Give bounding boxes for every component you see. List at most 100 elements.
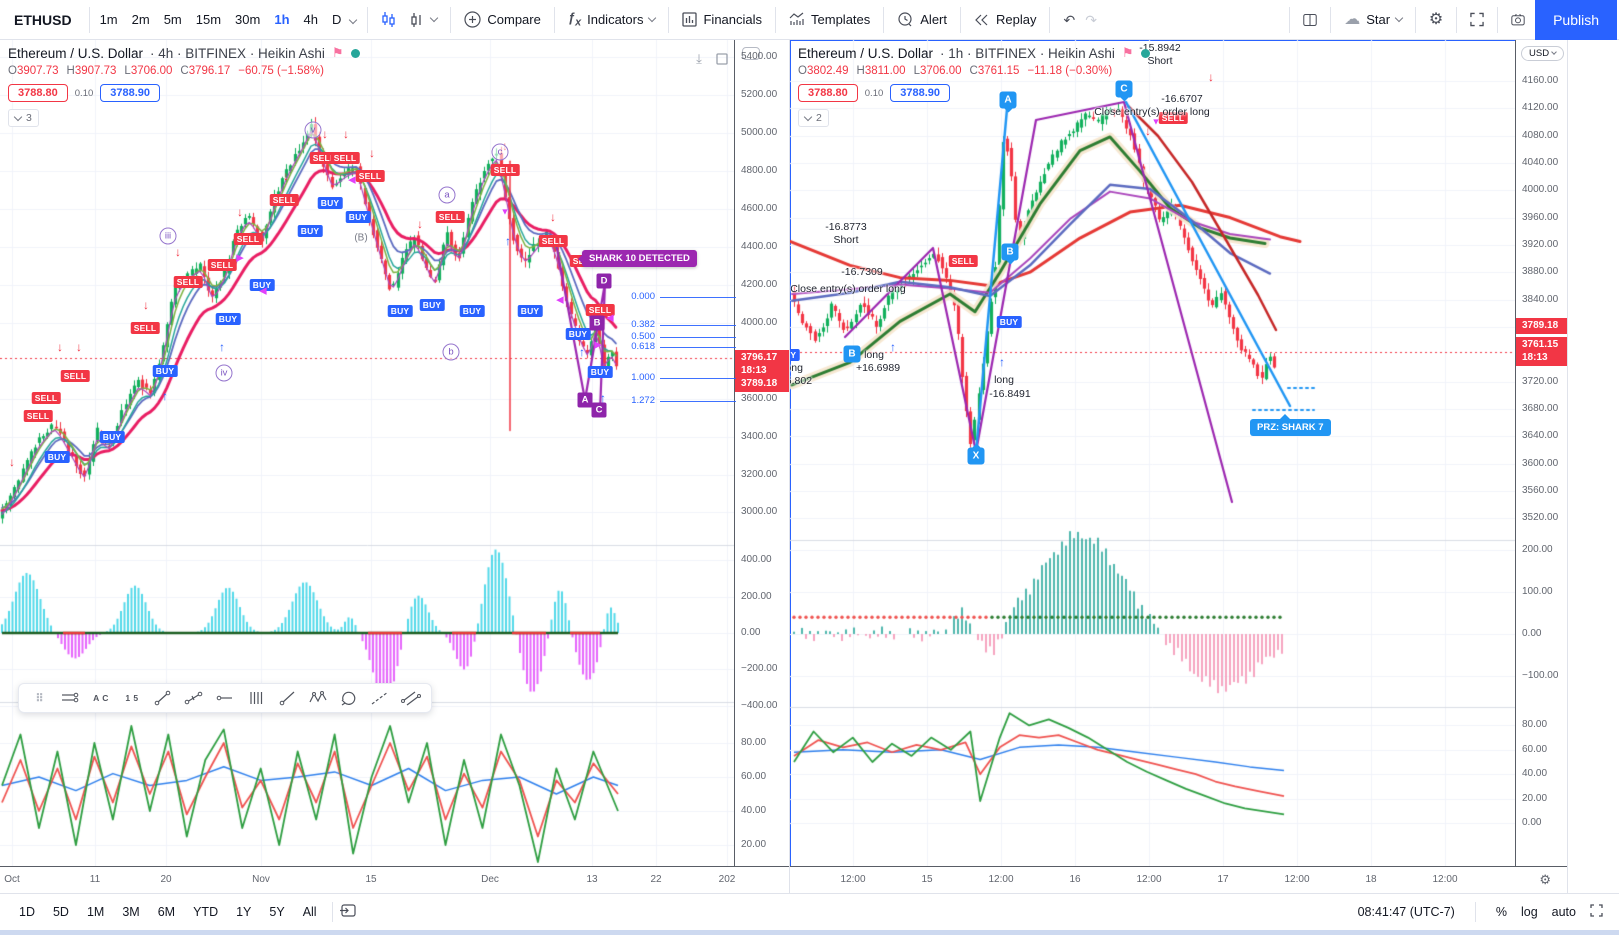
buy-signal-badge[interactable]: BUY — [419, 299, 445, 311]
horizontal-ray-icon[interactable] — [210, 685, 240, 711]
range-3m[interactable]: 3M — [113, 894, 148, 931]
chart-style-candles-button[interactable] — [371, 0, 407, 40]
financials-button[interactable]: Financials — [672, 0, 772, 40]
elliott-wave-label[interactable]: b — [442, 343, 460, 361]
buy-signal-badge[interactable]: BUY — [44, 451, 70, 463]
timeframe-2m[interactable]: 2m — [125, 0, 157, 40]
elliott-wave-icon[interactable]: 1 5 — [117, 685, 147, 711]
buy-ask-button[interactable]: 3788.90 — [890, 84, 951, 102]
sell-signal-badge[interactable]: SELL — [330, 152, 360, 164]
buy-signal-badge[interactable]: BUY — [317, 197, 343, 209]
log-scale-button[interactable]: log — [1521, 905, 1538, 919]
indicators-collapse-chip[interactable]: 3 — [8, 109, 39, 127]
sell-signal-badge[interactable]: SELL — [948, 255, 978, 267]
sell-signal-badge[interactable]: SELL — [538, 235, 568, 247]
range-1d[interactable]: 1D — [10, 894, 44, 931]
elliott-wave-label[interactable]: a — [438, 186, 456, 204]
fib-level-line[interactable] — [660, 297, 736, 298]
range-all[interactable]: All — [294, 894, 326, 931]
save-layout-button[interactable]: ☁ Star — [1334, 0, 1412, 40]
scroll-to-recent-icon[interactable]: ⤓ — [688, 48, 710, 70]
flag-icon[interactable]: ⚑ — [332, 45, 344, 61]
extended-line-icon[interactable] — [365, 685, 395, 711]
ray-icon[interactable] — [272, 685, 302, 711]
flag-icon[interactable]: ⚑ — [1122, 45, 1134, 61]
elliott-wave-label[interactable]: c — [491, 143, 509, 161]
maximize-chart-icon[interactable] — [711, 48, 733, 70]
settings-button[interactable]: ⚙ — [1419, 0, 1453, 40]
elliott-wave-label[interactable]: iv — [215, 364, 233, 382]
info-line-icon[interactable] — [179, 685, 209, 711]
pattern-point-label[interactable]: X — [967, 443, 985, 465]
sell-bid-button[interactable]: 3788.80 — [798, 84, 858, 102]
timeframe-1h[interactable]: 1h — [267, 0, 296, 40]
pattern-point-label[interactable]: D — [596, 273, 612, 289]
range-5y[interactable]: 5Y — [260, 894, 293, 931]
timeframe-15m[interactable]: 15m — [189, 0, 228, 40]
buy-signal-badge[interactable]: BUY — [215, 313, 241, 325]
sell-signal-badge[interactable]: SELL — [435, 211, 465, 223]
drawing-toolbar[interactable]: ⠿ A C1 5 — [18, 683, 432, 713]
symbol-title[interactable]: Ethereum / U.S. Dollar — [798, 46, 933, 61]
xabcd-pattern-icon[interactable] — [303, 685, 333, 711]
fib-level-line[interactable] — [660, 325, 736, 326]
buy-signal-badge[interactable]: BUY — [996, 316, 1022, 328]
sell-signal-badge[interactable]: SELL — [207, 259, 237, 271]
fullscreen-button[interactable] — [1460, 0, 1494, 40]
range-1m[interactable]: 1M — [78, 894, 113, 931]
pattern-detected-badge[interactable]: SHARK 10 DETECTED — [578, 250, 697, 267]
alert-button[interactable]: Alert — [887, 0, 957, 40]
timeframe-5m[interactable]: 5m — [157, 0, 189, 40]
buy-signal-badge[interactable]: BUY — [99, 431, 125, 443]
sell-signal-badge[interactable]: SELL — [269, 194, 299, 206]
buy-signal-badge[interactable]: BUY — [297, 225, 323, 237]
snapshot-button[interactable] — [1501, 0, 1535, 40]
chart-style-selector-button[interactable] — [407, 0, 447, 40]
pattern-point-label[interactable]: B — [1001, 243, 1019, 265]
sell-signal-badge[interactable]: SELL — [233, 233, 263, 245]
fib-level-line[interactable] — [660, 401, 736, 402]
pattern-point-label[interactable]: B — [843, 345, 861, 363]
clock[interactable]: 08:41:47 (UTC-7) — [1358, 905, 1455, 919]
fib-level-line[interactable] — [660, 378, 736, 379]
trend-line-icon[interactable] — [148, 685, 178, 711]
percent-scale-button[interactable]: % — [1496, 905, 1507, 919]
buy-signal-badge[interactable]: BUY — [565, 328, 591, 340]
parallel-channel-icon[interactable] — [396, 685, 426, 711]
pattern-point-label[interactable]: B — [589, 315, 605, 331]
range-ytd[interactable]: YTD — [184, 894, 227, 931]
templates-button[interactable]: Templates — [779, 0, 880, 40]
timeframe-1m[interactable]: 1m — [93, 0, 125, 40]
buy-signal-badge[interactable]: BUY — [387, 305, 413, 317]
symbol-button[interactable]: ETHUSD — [0, 0, 86, 40]
buy-signal-badge[interactable]: BUY — [345, 211, 371, 223]
range-6m[interactable]: 6M — [149, 894, 184, 931]
pattern-point-label[interactable]: C — [591, 402, 607, 418]
pattern-point-label[interactable]: A — [577, 392, 593, 408]
redo-button[interactable]: ↷ — [1085, 0, 1107, 40]
sell-bid-button[interactable]: 3788.80 — [8, 84, 68, 102]
volume-profile-icon[interactable] — [241, 685, 271, 711]
timeframe-30m[interactable]: 30m — [228, 0, 267, 40]
chart-panel-4h[interactable]: SELL SELL SELL SELL SELL SELL SELL SELL SELL SELL… — [0, 40, 790, 893]
prz-badge[interactable]: PRZ: SHARK 7 — [1250, 414, 1331, 436]
range-1y[interactable]: 1Y — [227, 894, 260, 931]
sell-signal-badge[interactable]: SELL — [130, 322, 160, 334]
maximize-pane-icon[interactable] — [1590, 904, 1603, 920]
auto-scale-button[interactable]: auto — [1552, 905, 1576, 919]
chevron-down-icon[interactable] — [349, 15, 358, 24]
drag-handle-icon[interactable]: ⠿ — [24, 685, 54, 711]
compare-button[interactable]: Compare — [454, 0, 550, 40]
buy-signal-badge[interactable]: BUY — [517, 305, 543, 317]
fib-level-line[interactable] — [660, 347, 736, 348]
parallel-lines-icon[interactable] — [55, 685, 85, 711]
indicators-button[interactable]: ƒx Indicators — [558, 0, 666, 40]
buy-signal-badge[interactable]: BUY — [152, 365, 178, 377]
undo-button[interactable]: ↶ — [1053, 0, 1085, 40]
fib-level-line[interactable] — [660, 337, 736, 338]
timeframe-4h[interactable]: 4h — [297, 0, 325, 40]
chart-panel-1h[interactable]: SELLSELLBUYBUY↓↓↑↑▼ACBXBPRZ: SHARK 7-15.… — [790, 40, 1567, 893]
layout-select-button[interactable] — [1293, 0, 1327, 40]
cycle-lines-icon[interactable] — [334, 685, 364, 711]
buy-ask-button[interactable]: 3788.90 — [100, 84, 161, 102]
